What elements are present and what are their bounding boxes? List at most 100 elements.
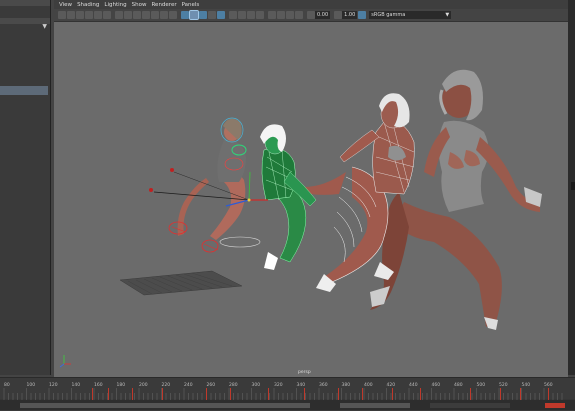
right-scroll-strip[interactable] [568, 0, 575, 375]
timeline-tick-label: 560 [544, 382, 553, 388]
grid-icon[interactable] [115, 11, 123, 19]
keyframe-marker[interactable] [206, 388, 207, 400]
keyframe-marker[interactable] [162, 388, 163, 400]
image-plane-icon[interactable] [85, 11, 93, 19]
color-management-icon[interactable] [358, 11, 367, 19]
texture-icon[interactable] [217, 11, 225, 19]
keyframe-marker[interactable] [500, 388, 501, 400]
motion-blur-icon[interactable] [256, 11, 264, 19]
timeline-tick-label: 180 [117, 382, 126, 388]
keyframe-marker[interactable] [304, 388, 305, 400]
range-slider-bar[interactable] [0, 400, 575, 410]
field-chart-icon[interactable] [151, 11, 159, 19]
safe-title-icon[interactable] [169, 11, 177, 19]
timeline-tick-label: 360 [319, 382, 328, 388]
gate-mask-icon[interactable] [142, 11, 150, 19]
timeline-tick-label: 220 [162, 382, 171, 388]
safe-action-icon[interactable] [160, 11, 168, 19]
left-panel: ▼ [0, 0, 51, 375]
timeline-tick-label: 400 [364, 382, 373, 388]
xray-joints-icon[interactable] [286, 11, 294, 19]
menu-show[interactable]: Show [132, 2, 147, 8]
gamma-field[interactable]: 1.00 [342, 11, 358, 19]
2d-pan-icon[interactable] [94, 11, 102, 19]
grease-pencil-icon[interactable] [103, 11, 111, 19]
timeline-tick-label: 500 [477, 382, 486, 388]
keyframe-marker[interactable] [92, 388, 93, 400]
timeline-tick-label: 460 [432, 382, 441, 388]
exposure-icon[interactable] [307, 11, 315, 19]
viewport-menubar: View Shading Lighting Show Renderer Pane… [54, 0, 568, 9]
smooth-shade-icon[interactable] [189, 10, 199, 20]
timeline-tick-label: 160 [94, 382, 103, 388]
scene-canvas [59, 69, 542, 368]
ambient-occlusion-icon[interactable] [247, 11, 255, 19]
view-axis-indicator [59, 355, 71, 368]
xray-icon[interactable] [277, 11, 285, 19]
light-icon[interactable] [229, 11, 237, 19]
timeline-tick-label: 240 [184, 382, 193, 388]
keyframe-marker[interactable] [362, 388, 363, 400]
timeline-tick-label: 380 [342, 382, 351, 388]
keyframe-marker[interactable] [268, 388, 269, 400]
timeline-tick-label: 100 [27, 382, 36, 388]
film-gate-icon[interactable] [124, 11, 132, 19]
menu-shading[interactable]: Shading [77, 2, 99, 8]
time-slider-ruler: 80 100 120 140 160 180 200 220 240 260 280 300 320 34… [0, 382, 575, 401]
color-space-dropdown[interactable]: sRGB gamma ▼ [369, 11, 452, 19]
timeline-tick-label: 140 [72, 382, 81, 388]
character-rigged[interactable] [149, 117, 268, 253]
gamma-icon[interactable] [334, 11, 343, 19]
timeline-tick-label: 480 [454, 382, 463, 388]
selected-outliner-item[interactable] [0, 86, 48, 95]
timeline-tick-label: 80 [4, 382, 10, 388]
key-indicator [545, 403, 565, 408]
keyframe-marker[interactable] [338, 388, 339, 400]
menu-lighting[interactable]: Lighting [104, 2, 126, 8]
ground-plane[interactable] [119, 270, 243, 296]
timeline-tick-label: 440 [409, 382, 418, 388]
shadow-icon[interactable] [238, 11, 246, 19]
keyframe-marker[interactable] [132, 388, 133, 400]
chevron-down-icon: ▼ [445, 12, 450, 18]
character-wireframe-green[interactable] [260, 124, 317, 270]
viewport-toolbar: 0.00 1.00 sRGB gamma ▼ [54, 9, 568, 22]
timeline-tick-label: 420 [387, 382, 396, 388]
timeline-tick-label: 340 [297, 382, 306, 388]
keyframe-marker[interactable] [230, 388, 231, 400]
timeline-tick-label: 120 [49, 382, 58, 388]
keyframe-marker[interactable] [548, 388, 549, 400]
timeline-tick-label: 320 [274, 382, 283, 388]
timeline-tick-label: 300 [252, 382, 261, 388]
timeline-tick-label: 280 [229, 382, 238, 388]
default-material-icon[interactable] [199, 11, 207, 19]
keyframe-marker[interactable] [420, 388, 421, 400]
bookmark-icon[interactable] [76, 11, 84, 19]
camera-attributes-icon[interactable] [67, 11, 75, 19]
menu-renderer[interactable]: Renderer [151, 2, 176, 8]
keyframe-marker[interactable] [520, 388, 521, 400]
keyframe-marker[interactable] [470, 388, 471, 400]
timeline-tick-label: 260 [207, 382, 216, 388]
select-camera-icon[interactable] [58, 11, 66, 19]
range-slider-segment [340, 403, 410, 408]
camera-name-label: persp [298, 370, 311, 375]
xray-components-icon[interactable] [295, 11, 303, 19]
keyframe-marker[interactable] [392, 388, 393, 400]
chevron-down-icon[interactable]: ▼ [42, 23, 47, 30]
range-slider-segment-end [430, 403, 510, 408]
menu-panels[interactable]: Panels [182, 2, 200, 8]
range-slider-track[interactable] [20, 403, 310, 408]
wireframe-on-shaded-icon[interactable] [208, 11, 216, 19]
resolution-gate-icon[interactable] [133, 11, 141, 19]
wireframe-icon[interactable] [181, 11, 189, 19]
timeline-tick-label: 540 [522, 382, 531, 388]
isolate-icon[interactable] [268, 11, 276, 19]
color-space-label: sRGB gamma [371, 12, 406, 18]
menu-view[interactable]: View [59, 2, 72, 8]
perspective-viewport[interactable]: persp [54, 22, 568, 377]
exposure-field[interactable]: 0.00 [315, 11, 331, 19]
keyframe-marker[interactable] [108, 388, 109, 400]
timeline-tick-label: 520 [499, 382, 508, 388]
timeline-tick-label: 200 [139, 382, 148, 388]
